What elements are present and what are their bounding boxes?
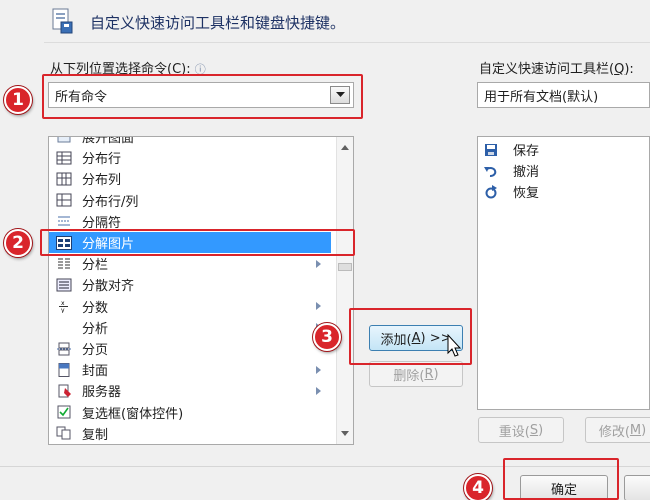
scroll-thumb[interactable] <box>338 263 352 271</box>
command-list-item[interactable]: 分析 <box>49 317 331 338</box>
highlight-box-source <box>42 74 363 119</box>
command-list-item-label: 分布列 <box>82 173 122 189</box>
distribute-rows-columns-icon <box>56 193 72 207</box>
submenu-arrow-icon <box>316 259 321 268</box>
fraction-icon: xy <box>56 299 72 313</box>
command-list-item-label: 服务器 <box>82 385 122 401</box>
command-list-item[interactable]: 分页 <box>49 338 331 359</box>
command-list-item-label: 分栏 <box>82 258 109 274</box>
command-list-item[interactable]: 分布行 <box>49 147 331 168</box>
qat-list-item[interactable]: 撤消 <box>478 160 649 181</box>
commands-scrollbar[interactable] <box>336 137 353 444</box>
qat-list-item[interactable]: 恢复 <box>478 181 649 202</box>
distribute-columns-icon <box>56 172 72 186</box>
checkbox-icon <box>56 405 72 419</box>
distribute-rows-icon <box>56 151 72 165</box>
command-list-item[interactable]: 封面 <box>49 359 331 380</box>
redo-icon <box>483 184 499 199</box>
page-break-icon <box>56 342 72 356</box>
command-list-item-label: 复制 <box>82 427 109 443</box>
cover-page-icon <box>56 362 72 377</box>
quick-access-toolbar-icon <box>52 8 74 34</box>
server-icon <box>56 384 72 398</box>
command-list-item-label: 分散对齐 <box>82 279 135 295</box>
dialog-title: 自定义快速访问工具栏和键盘快捷键。 <box>90 14 346 32</box>
step-badge-2: 2 <box>4 229 32 257</box>
command-list-item-label: 分布行 <box>82 152 122 168</box>
command-list-item-label: 分析 <box>82 321 109 337</box>
command-list-item[interactable]: 复选框(窗体控件) <box>49 402 331 423</box>
blank-icon <box>56 320 72 334</box>
header-divider <box>44 42 650 43</box>
columns-icon <box>56 257 72 271</box>
separator-icon <box>56 214 72 228</box>
qat-target-value: 用于所有文档(默认) <box>484 89 599 105</box>
command-list-item[interactable]: x y 分数 <box>49 296 331 317</box>
cancel-button-partial[interactable] <box>624 475 650 500</box>
qat-list-item[interactable]: 保存 <box>478 139 649 160</box>
expand-icon <box>56 137 72 144</box>
reset-button[interactable]: 重设(S) <box>478 417 564 443</box>
command-list-item-label: 展开图面 <box>82 136 135 146</box>
command-list-item-label: 分隔符 <box>82 215 122 231</box>
command-list-item[interactable]: 展开图面 <box>49 136 331 147</box>
submenu-arrow-icon <box>316 365 321 374</box>
step-badge-1: 1 <box>4 86 32 114</box>
highlight-box-selected-command <box>40 229 355 256</box>
command-list-item-label: 封面 <box>82 364 109 380</box>
command-list-item[interactable]: 分布行/列 <box>49 190 331 211</box>
qat-label: 自定义快速访问工具栏(Q): <box>479 62 634 77</box>
svg-text:y: y <box>61 307 65 313</box>
submenu-arrow-icon <box>316 386 321 395</box>
copy-icon <box>56 426 72 440</box>
scroll-down-icon[interactable] <box>341 431 349 436</box>
svg-text:x: x <box>61 300 65 307</box>
modify-button[interactable]: 修改(M) <box>585 417 650 443</box>
command-list-item[interactable]: 分栏 <box>49 253 331 274</box>
command-list-item[interactable]: 分散对齐 <box>49 274 331 295</box>
step-badge-3: 3 <box>313 323 341 351</box>
command-list-item-label: 分布行/列 <box>82 194 139 210</box>
distributed-align-icon <box>56 278 72 292</box>
highlight-box-add <box>349 308 472 365</box>
commands-list[interactable]: 展开图面 分布行 分布列 分布行/列 分隔符 分解图片 分栏 分散对齐 x y 分数 分析 分页 封面 服务… <box>48 136 354 445</box>
command-list-item[interactable]: 分布列 <box>49 168 331 189</box>
step-badge-4: 4 <box>464 474 492 500</box>
save-icon <box>483 143 499 157</box>
highlight-box-ok <box>503 458 619 500</box>
command-list-item[interactable]: 复制 <box>49 423 331 444</box>
qat-list-item-label: 撤消 <box>513 165 540 180</box>
command-list-item[interactable]: 服务器 <box>49 380 331 401</box>
qat-target-combo[interactable]: 用于所有文档(默认) <box>477 82 650 108</box>
qat-list[interactable]: 保存 撤消 恢复 <box>477 136 650 410</box>
qat-list-item-label: 恢复 <box>513 186 540 201</box>
scroll-up-icon[interactable] <box>341 145 349 150</box>
command-list-item-label: 复选框(窗体控件) <box>82 406 184 422</box>
undo-icon <box>483 164 499 178</box>
command-list-item-label: 分页 <box>82 343 109 358</box>
submenu-arrow-icon <box>316 302 321 311</box>
qat-list-item-label: 保存 <box>513 144 540 159</box>
command-list-item-label: 分数 <box>82 300 109 316</box>
